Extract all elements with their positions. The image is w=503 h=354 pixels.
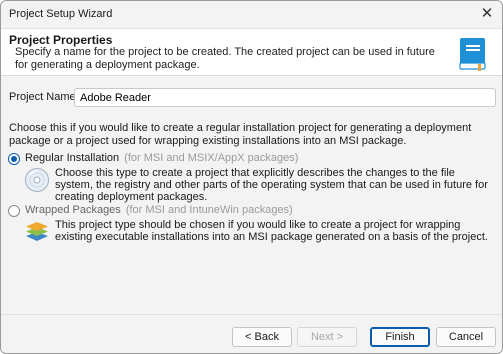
finish-button[interactable]: Finish <box>370 327 430 347</box>
page-description: Specify a name for the project to be cre… <box>15 46 435 71</box>
choose-instructions: Choose this if you would like to create … <box>9 122 472 147</box>
wrapped-packages-radio[interactable] <box>8 205 20 217</box>
disc-icon <box>25 168 49 192</box>
project-name-input[interactable] <box>74 88 496 107</box>
wrapped-packages-description: This project type should be chosen if yo… <box>55 219 488 243</box>
regular-installation-radio[interactable] <box>8 153 20 165</box>
book-icon <box>459 38 486 71</box>
regular-installation-label[interactable]: Regular Installation (for MSI and MSIX/Ap… <box>25 152 298 164</box>
wrapped-packages-label[interactable]: Wrapped Packages (for MSI and IntuneWin p… <box>25 204 293 216</box>
wizard-footer: < Back Next > Finish Cancel <box>1 314 502 353</box>
title-bar: Project Setup Wizard ✕ <box>1 1 502 28</box>
window-title: Project Setup Wizard <box>9 8 113 20</box>
back-button[interactable]: < Back <box>232 327 292 347</box>
close-icon[interactable]: ✕ <box>476 4 498 24</box>
project-name-label: Project Name: <box>9 91 79 103</box>
next-button[interactable]: Next > <box>297 327 357 347</box>
regular-installation-description: Choose this type to create a project tha… <box>55 167 488 203</box>
wrapped-packages-hint: (for MSI and IntuneWin packages) <box>125 204 293 216</box>
page-header: Project Properties Specify a name for th… <box>1 28 502 76</box>
page-title: Project Properties <box>9 33 113 47</box>
wizard-window: Project Setup Wizard ✕ Project Propertie… <box>0 0 503 354</box>
regular-installation-hint: (for MSI and MSIX/AppX packages) <box>124 152 299 164</box>
cancel-button[interactable]: Cancel <box>436 327 496 347</box>
layers-icon <box>26 222 48 241</box>
